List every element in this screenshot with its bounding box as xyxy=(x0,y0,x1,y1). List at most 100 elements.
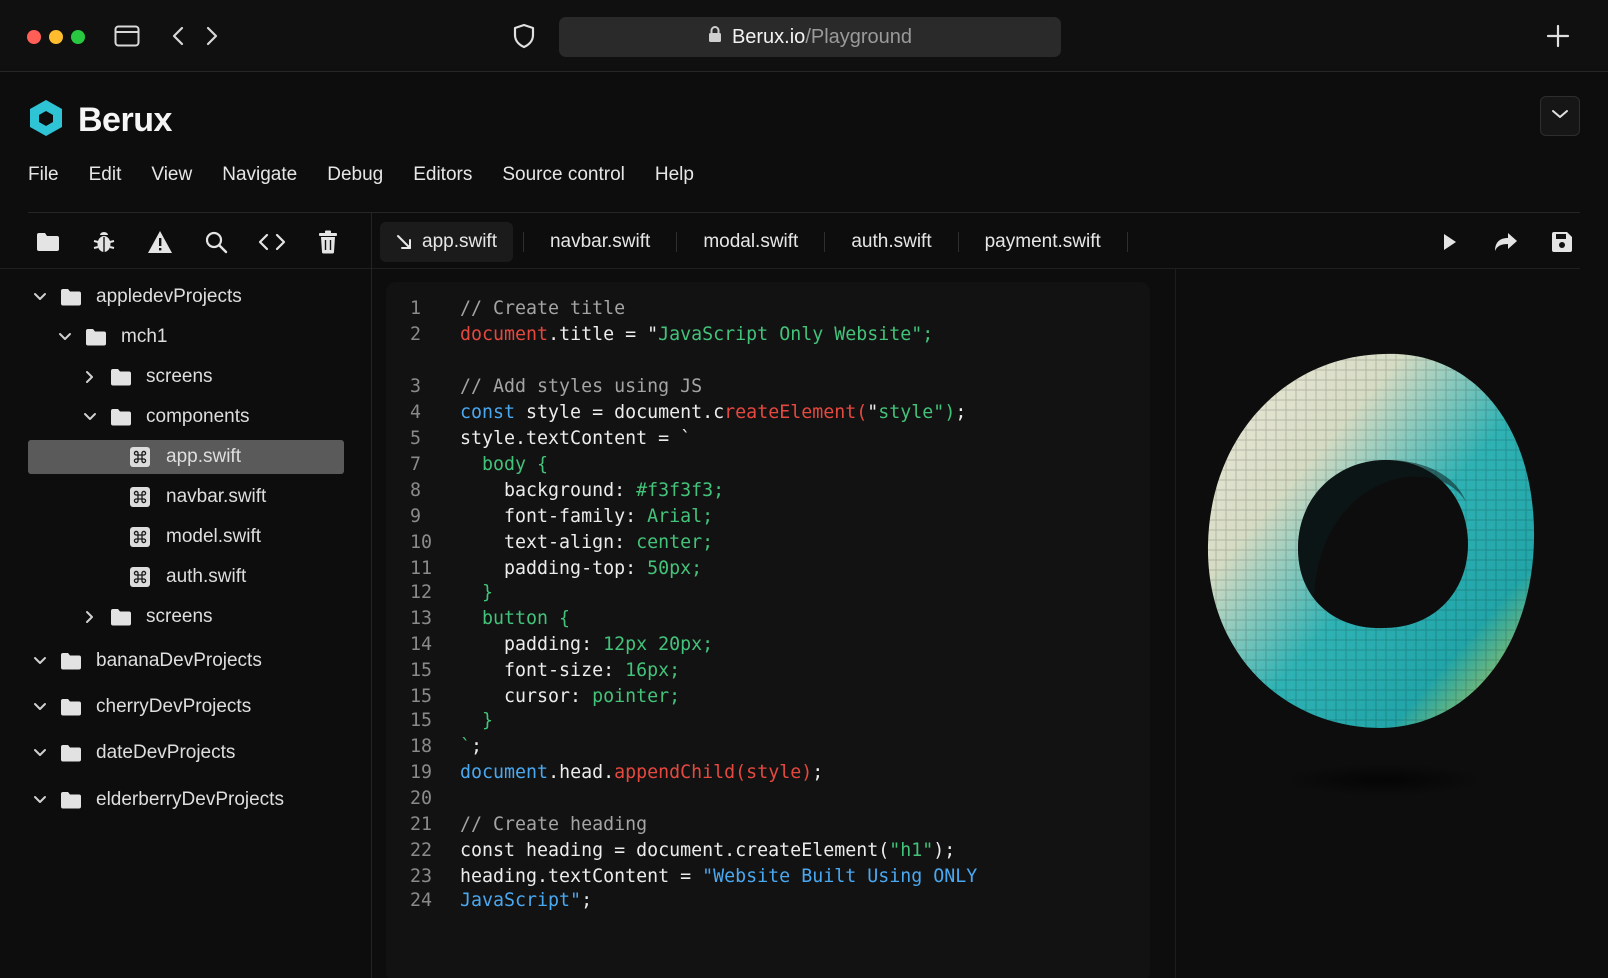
line-number: 13 xyxy=(410,608,433,629)
tree-folder[interactable]: cherryDevProjects xyxy=(28,690,251,724)
tree-file[interactable]: navbar.swift xyxy=(102,480,266,514)
tree-folder[interactable]: screens xyxy=(78,600,213,634)
tree-folder[interactable]: elderberryDevProjects xyxy=(28,783,284,817)
tab-app-swift[interactable]: app.swift xyxy=(380,222,513,262)
chevron-right-icon[interactable] xyxy=(78,365,102,389)
line-number: 22 xyxy=(410,840,433,861)
chevron-right-icon[interactable] xyxy=(78,605,102,629)
tab-navbar-swift[interactable]: navbar.swift xyxy=(534,222,666,262)
tree-folder[interactable]: screens xyxy=(78,360,213,394)
search-icon[interactable] xyxy=(200,226,232,258)
menu-file[interactable]: File xyxy=(28,164,59,186)
folder-icon[interactable] xyxy=(32,226,64,258)
new-tab-icon[interactable] xyxy=(1544,22,1572,50)
code-line: 20 xyxy=(386,788,1146,814)
code-token: .title = " xyxy=(548,324,659,345)
tree-file[interactable]: app.swift xyxy=(28,440,344,474)
code-token: button { xyxy=(460,608,571,629)
code-token: text-align: xyxy=(460,532,626,553)
code-editor[interactable]: 1// Create title 2 document.title = "JavaS… xyxy=(386,282,1150,978)
code-line: 15 } xyxy=(386,710,1146,736)
line-number: 23 xyxy=(410,866,433,887)
code-text: cursor: pointer; xyxy=(460,686,680,707)
trash-icon[interactable] xyxy=(312,226,344,258)
chevron-down-icon[interactable] xyxy=(28,695,52,719)
tree-file[interactable]: auth.swift xyxy=(102,560,246,594)
code-token: padding-top: xyxy=(460,558,637,579)
code-text: padding-top: 50px; xyxy=(460,558,702,579)
code-token: font-family: xyxy=(460,506,637,527)
menu-edit[interactable]: Edit xyxy=(89,164,122,186)
chevron-down-icon[interactable] xyxy=(28,741,52,765)
code-text: heading.textContent = "Website Built Usi… xyxy=(460,866,977,887)
tab-payment-swift[interactable]: payment.swift xyxy=(969,222,1117,262)
code-token: style") xyxy=(878,402,956,423)
shield-icon[interactable] xyxy=(510,22,538,50)
tree-item-label: model.swift xyxy=(166,526,262,547)
code-token: 50px; xyxy=(636,558,703,579)
toolbar-divider xyxy=(0,268,1580,269)
code-line: 22 const heading = document.createElement… xyxy=(386,840,1146,866)
bug-icon[interactable] xyxy=(88,226,120,258)
code-token: heading.textContent = xyxy=(460,866,703,887)
close-window-button[interactable] xyxy=(27,30,41,44)
tab-divider xyxy=(957,232,959,252)
tree-folder[interactable]: components xyxy=(78,400,250,434)
header-divider xyxy=(28,212,1580,213)
tab-auth-swift[interactable]: auth.swift xyxy=(835,222,947,262)
code-token: ; xyxy=(812,762,824,783)
menu-editors[interactable]: Editors xyxy=(413,164,472,186)
share-icon[interactable] xyxy=(1490,226,1522,258)
line-number: 24 xyxy=(410,890,433,911)
url-path: /Playground xyxy=(805,25,913,48)
save-icon[interactable] xyxy=(1546,226,1578,258)
forward-icon[interactable] xyxy=(198,22,226,50)
code-line: 3 // Add styles using JS xyxy=(386,376,1146,402)
code-text: } xyxy=(460,710,493,731)
sidebar-divider xyxy=(371,212,372,978)
code-token: pointer; xyxy=(581,686,681,707)
code-token: document xyxy=(460,324,549,345)
tree-file[interactable]: model.swift xyxy=(102,520,261,554)
code-line: 2 document.title = "JavaScript Only Websi… xyxy=(386,324,1146,350)
sidebar-toolbar xyxy=(32,226,344,258)
chevron-down-icon[interactable] xyxy=(78,405,102,429)
menu-source-control[interactable]: Source control xyxy=(502,164,625,186)
tree-folder[interactable]: mch1 xyxy=(53,320,167,354)
minimize-window-button[interactable] xyxy=(49,30,63,44)
tree-folder[interactable]: bananaDevProjects xyxy=(28,644,262,678)
chevron-down-icon[interactable] xyxy=(53,325,77,349)
chevron-down-icon[interactable] xyxy=(28,285,52,309)
code-icon[interactable] xyxy=(256,226,288,258)
tree-folder[interactable]: dateDevProjects xyxy=(28,736,235,770)
line-number: 19 xyxy=(410,762,433,783)
tree-item-label: screens xyxy=(146,366,213,387)
chevron-down-icon[interactable] xyxy=(28,788,52,812)
menu-view[interactable]: View xyxy=(151,164,192,186)
tab-label: payment.swift xyxy=(984,231,1101,252)
tab-modal-swift[interactable]: modal.swift xyxy=(687,222,814,262)
code-token: cursor: xyxy=(460,686,582,707)
code-line: 24 JavaScript"; xyxy=(386,890,1146,916)
menu-navigate[interactable]: Navigate xyxy=(222,164,297,186)
header-dropdown-button[interactable] xyxy=(1540,96,1580,136)
chevron-down-icon[interactable] xyxy=(28,649,52,673)
tree-item-label: navbar.swift xyxy=(166,486,267,507)
maximize-window-button[interactable] xyxy=(71,30,85,44)
code-text: // Create title xyxy=(460,298,625,319)
back-icon[interactable] xyxy=(164,22,192,50)
code-token: JavaScript Only Website"; xyxy=(658,324,934,345)
tree-item-label: components xyxy=(146,406,250,427)
code-text: padding: 12px 20px; xyxy=(460,634,713,655)
line-number: 8 xyxy=(410,480,422,501)
warning-icon[interactable] xyxy=(144,226,176,258)
tree-folder[interactable]: appledevProjects xyxy=(28,280,242,314)
menu-help[interactable]: Help xyxy=(655,164,694,186)
address-bar[interactable]: Berux.io/Playground xyxy=(559,17,1061,57)
line-number: 3 xyxy=(410,376,422,397)
play-icon[interactable] xyxy=(1434,226,1466,258)
menu-debug[interactable]: Debug xyxy=(327,164,383,186)
line-number: 11 xyxy=(410,558,433,579)
sidebar-toggle-icon[interactable] xyxy=(113,22,141,50)
folder-icon xyxy=(60,651,84,671)
